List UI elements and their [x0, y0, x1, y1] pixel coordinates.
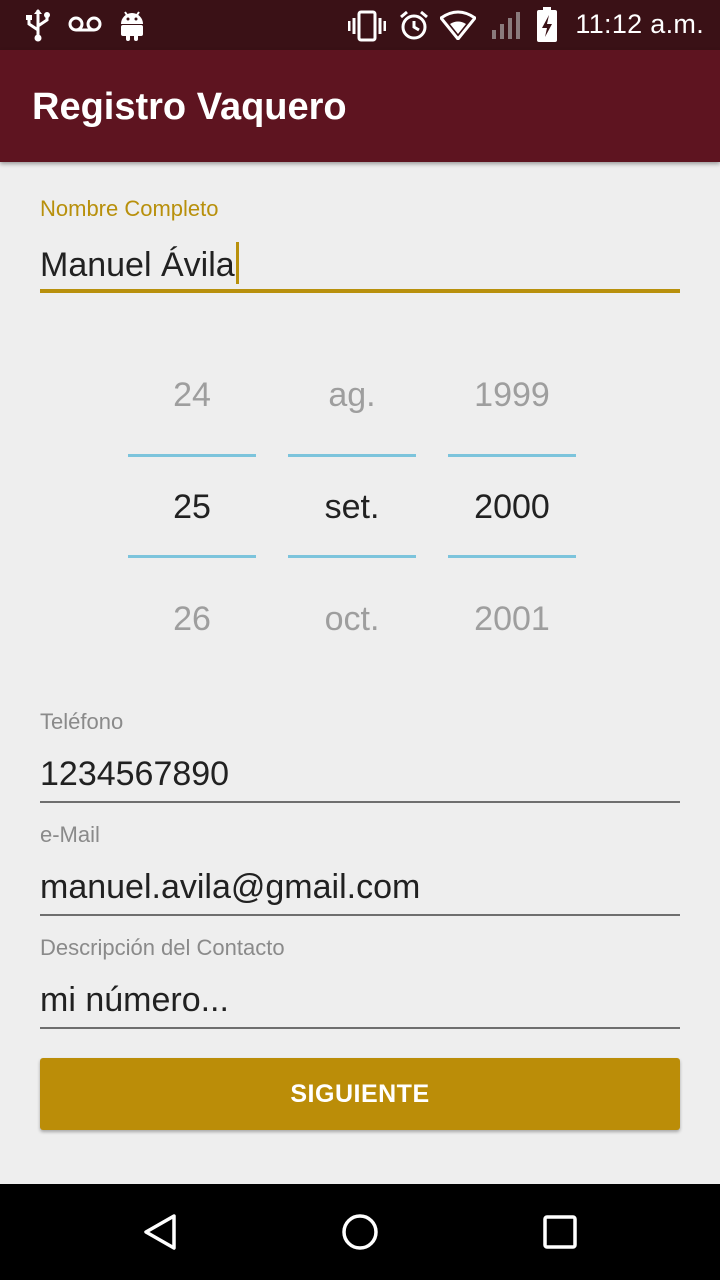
vibrate-icon: [347, 10, 387, 47]
description-field[interactable]: mi número...: [40, 981, 229, 1020]
picker-divider: [288, 555, 416, 558]
alarm-icon: [398, 9, 430, 46]
day-prev[interactable]: 24: [128, 376, 256, 415]
day-selected[interactable]: 25: [128, 488, 256, 527]
back-icon[interactable]: [136, 1208, 184, 1256]
app-bar: Registro Vaquero: [0, 50, 720, 162]
name-value: Manuel Ávila: [40, 246, 235, 284]
date-picker-month[interactable]: ag. set. oct.: [288, 340, 416, 680]
email-label: e-Mail: [40, 822, 100, 847]
picker-divider: [128, 454, 256, 457]
name-field[interactable]: Manuel Ávila: [40, 242, 239, 285]
picker-divider: [448, 555, 576, 558]
next-button[interactable]: SIGUIENTE: [40, 1058, 680, 1130]
day-next[interactable]: 26: [128, 600, 256, 639]
signal-icon: [490, 10, 524, 45]
email-field[interactable]: manuel.avila@gmail.com: [40, 868, 420, 907]
year-prev[interactable]: 1999: [448, 376, 576, 415]
date-picker-year[interactable]: 1999 2000 2001: [448, 340, 576, 680]
home-icon[interactable]: [336, 1208, 384, 1256]
email-underline: [40, 914, 680, 916]
date-picker-day[interactable]: 24 25 26: [128, 340, 256, 680]
name-label: Nombre Completo: [40, 196, 219, 221]
voicemail-icon: [68, 14, 102, 39]
month-prev[interactable]: ag.: [288, 376, 416, 415]
status-bar: 11:12 a.m.: [0, 0, 720, 50]
year-selected[interactable]: 2000: [448, 488, 576, 527]
name-underline: [40, 289, 680, 293]
picker-divider: [288, 454, 416, 457]
phone-field[interactable]: 1234567890: [40, 755, 229, 794]
page-title: Registro Vaquero: [32, 86, 347, 128]
phone-label: Teléfono: [40, 709, 124, 734]
navigation-bar: [0, 1184, 720, 1280]
description-underline: [40, 1027, 680, 1029]
year-next[interactable]: 2001: [448, 600, 576, 639]
description-label: Descripción del Contacto: [40, 935, 285, 960]
status-time: 11:12 a.m.: [575, 9, 704, 39]
battery-charging-icon: [536, 7, 558, 48]
month-next[interactable]: oct.: [288, 600, 416, 639]
wifi-icon: [438, 10, 478, 45]
text-cursor: [235, 242, 239, 284]
usb-icon: [24, 8, 52, 47]
month-selected[interactable]: set.: [288, 488, 416, 527]
phone-underline: [40, 801, 680, 803]
picker-divider: [128, 555, 256, 558]
picker-divider: [448, 454, 576, 457]
android-icon: [118, 8, 146, 47]
recents-icon[interactable]: [536, 1208, 584, 1256]
